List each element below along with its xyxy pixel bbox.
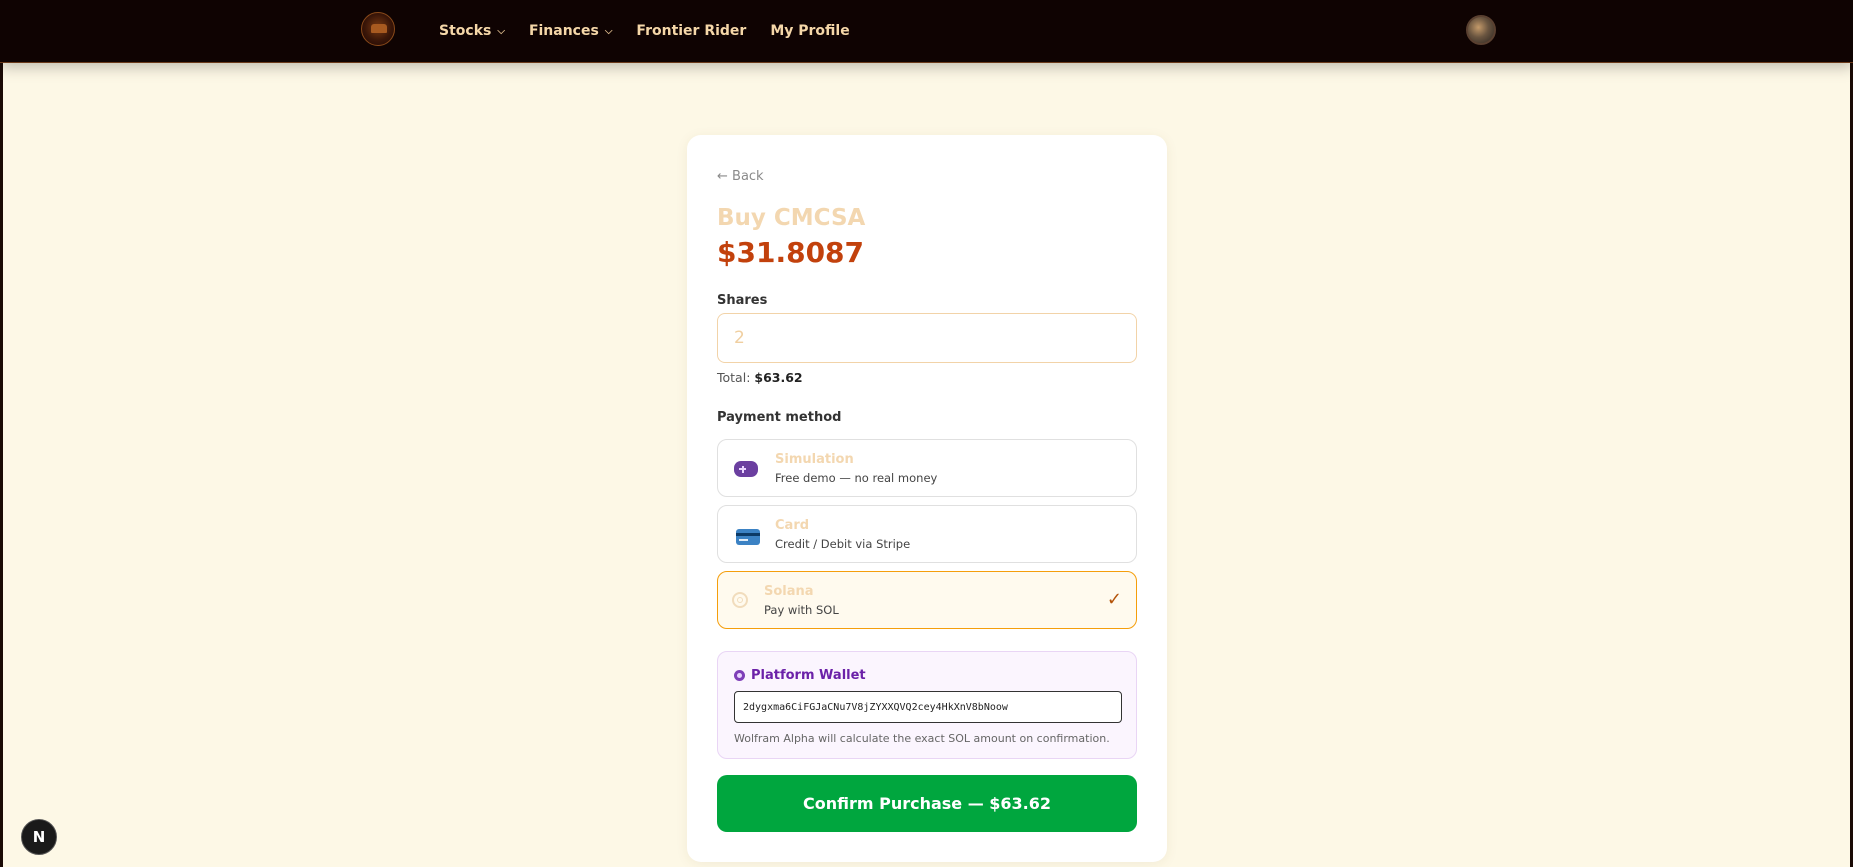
payment-option-card[interactable]: Card Credit / Debit via Stripe	[717, 505, 1137, 563]
payment-option-name: Simulation	[775, 452, 854, 467]
payment-option-name: Card	[775, 518, 810, 533]
shares-input[interactable]	[717, 313, 1137, 363]
checkmark-icon: ✓	[1106, 589, 1122, 610]
nav-item-my-profile[interactable]: My Profile	[770, 23, 849, 39]
payment-option-description: Credit / Debit via Stripe	[775, 537, 911, 551]
total-label: Total:	[717, 370, 751, 385]
platform-wallet-panel: Platform Wallet Wolfram Alpha will calcu…	[717, 651, 1137, 759]
solana-icon	[732, 592, 748, 608]
chevron-down-icon: ⌵	[497, 25, 505, 37]
total-value: $63.62	[754, 370, 803, 385]
nav-item-label: My Profile	[770, 23, 850, 39]
window-frame-left	[0, 0, 3, 867]
page-title: Buy CMCSA	[717, 205, 866, 231]
chevron-down-icon: ⌵	[604, 25, 613, 37]
payment-method-label: Payment method	[717, 410, 842, 425]
nav-item-finances[interactable]: Finances ⌵	[529, 23, 612, 39]
payment-option-description: Free demo — no real money	[775, 471, 938, 485]
payment-option-solana[interactable]: Solana Pay with SOL ✓	[717, 571, 1137, 629]
payment-option-description: Pay with SOL	[764, 603, 839, 617]
nav-item-stocks[interactable]: Stocks ⌵	[439, 23, 505, 39]
nav-item-label: Stocks	[439, 23, 492, 39]
user-avatar[interactable]	[1466, 15, 1496, 45]
payment-option-simulation[interactable]: Simulation Free demo — no real money	[717, 439, 1137, 497]
dev-tools-button[interactable]: N	[21, 819, 57, 855]
stock-price: $31.8087	[717, 236, 865, 269]
total-row: Total: $63.62	[717, 370, 803, 385]
top-navbar: Stocks ⌵ Finances ⌵ Frontier Rider My Pr…	[0, 0, 1853, 63]
wallet-title-label: Platform Wallet	[751, 668, 866, 683]
logo-icon[interactable]	[361, 12, 395, 46]
nav-item-frontier-rider[interactable]: Frontier Rider	[636, 23, 746, 39]
gamepad-icon	[734, 461, 758, 477]
credit-card-icon	[736, 529, 760, 545]
shares-label: Shares	[717, 293, 768, 308]
wallet-note: Wolfram Alpha will calculate the exact S…	[734, 732, 1110, 745]
nav-item-label: Finances	[528, 23, 599, 39]
nav-item-label: Frontier Rider	[636, 23, 747, 39]
confirm-purchase-button[interactable]: Confirm Purchase — $63.62	[717, 775, 1137, 832]
main-nav: Stocks ⌵ Finances ⌵ Frontier Rider My Pr…	[439, 0, 874, 62]
back-link[interactable]: ← Back	[717, 169, 764, 184]
purchase-card: ← Back Buy CMCSA $31.8087 Shares Total: …	[687, 135, 1167, 862]
wallet-address-field[interactable]	[734, 691, 1122, 723]
wallet-icon	[734, 670, 745, 681]
wallet-title: Platform Wallet	[734, 668, 866, 683]
payment-option-name: Solana	[764, 584, 814, 599]
